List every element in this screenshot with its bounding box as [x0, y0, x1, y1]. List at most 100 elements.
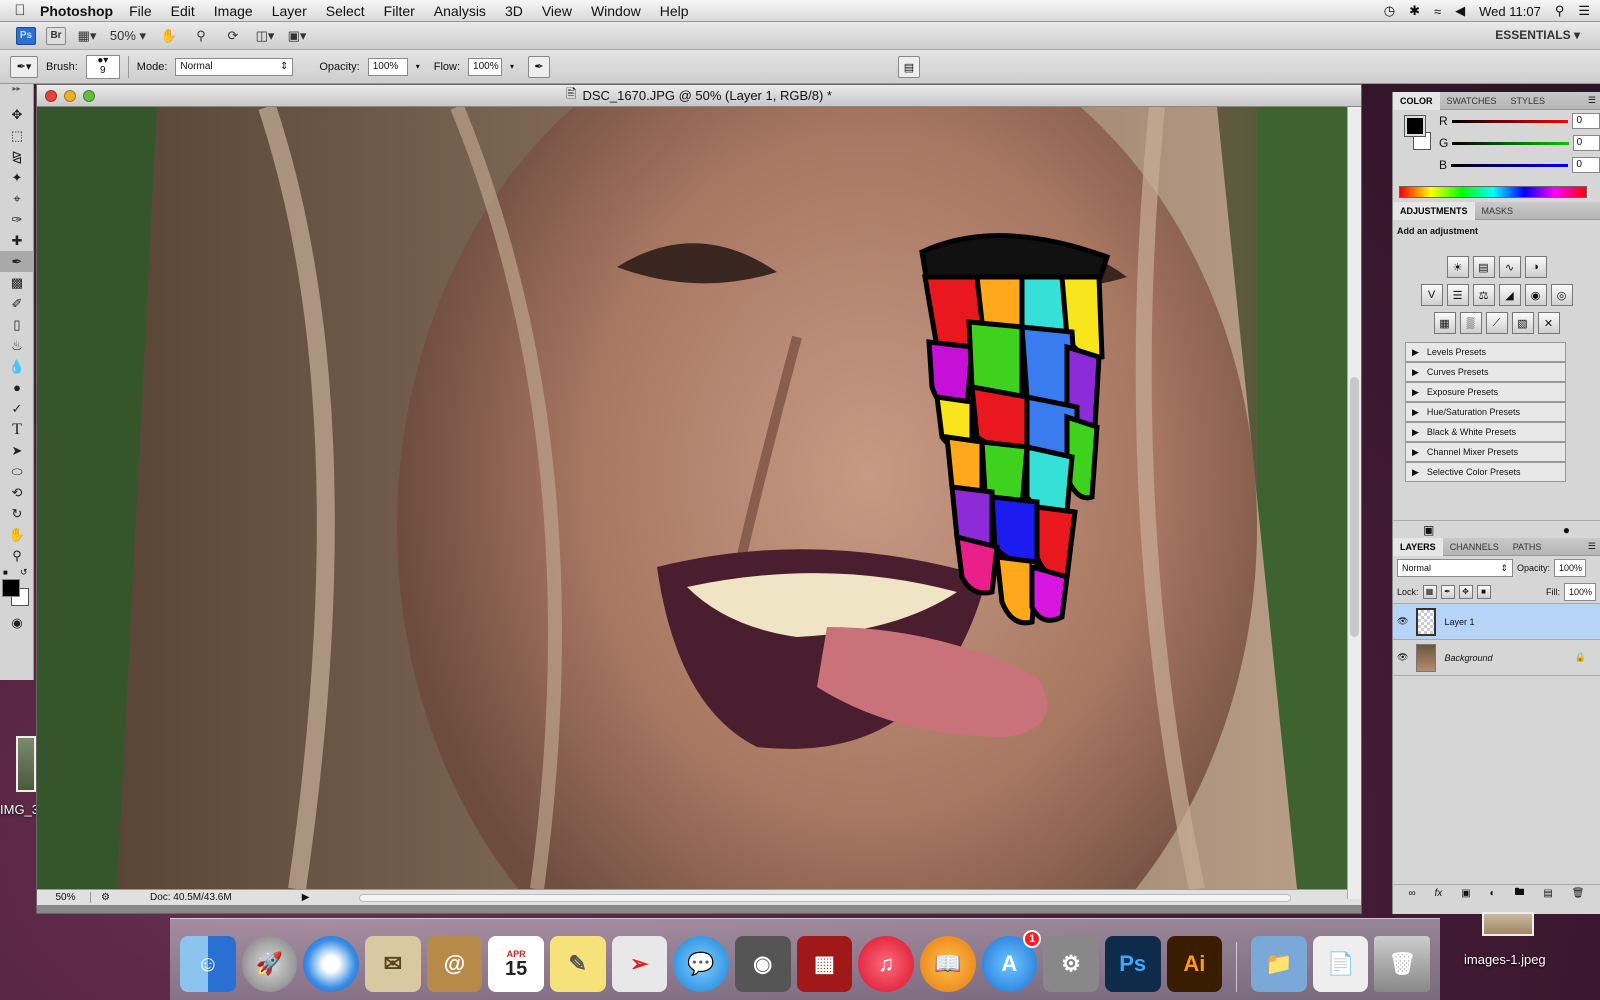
- preset-selective-color[interactable]: ▶ Selective Color Presets: [1405, 462, 1566, 482]
- delete-layer-icon[interactable]: 🗑: [1572, 888, 1585, 899]
- tab-masks[interactable]: MASKS: [1475, 202, 1521, 220]
- preset-channel-mixer[interactable]: ▶ Channel Mixer Presets: [1405, 442, 1566, 462]
- zoom-tool-icon[interactable]: ⚲: [190, 27, 212, 45]
- new-adjustment-layer-icon[interactable]: ◐: [1490, 888, 1496, 899]
- pen-tool-icon[interactable]: ✓: [0, 398, 34, 419]
- photo-filter-icon[interactable]: ◉: [1524, 284, 1547, 306]
- color-balance-icon[interactable]: ⚖: [1472, 284, 1495, 306]
- status-zoom[interactable]: 50%: [41, 892, 91, 903]
- dodge-tool-icon[interactable]: ●: [0, 377, 34, 398]
- 3d-orbit-tool-icon[interactable]: ↻: [0, 503, 34, 524]
- facetime-icon[interactable]: ◉: [734, 936, 791, 992]
- levels-icon[interactable]: ▤: [1472, 256, 1495, 278]
- menu-analysis[interactable]: Analysis: [434, 3, 486, 19]
- vibrance-icon[interactable]: V: [1420, 284, 1443, 306]
- curves-icon[interactable]: ∿: [1498, 256, 1521, 278]
- image-canvas[interactable]: [37, 107, 1361, 889]
- tools-collapse-icon[interactable]: ▸▸: [0, 84, 33, 104]
- brush-tool-icon[interactable]: ✒: [0, 251, 34, 272]
- fill-input[interactable]: 100%: [1564, 582, 1596, 601]
- bluetooth-icon[interactable]: ✱: [1409, 3, 1420, 19]
- safari-icon[interactable]: ✧: [303, 936, 359, 992]
- brush-picker[interactable]: ●▾ 9: [85, 54, 120, 79]
- calendar-icon[interactable]: APR 15: [488, 936, 544, 992]
- spotlight-icon[interactable]: ⚲: [1555, 3, 1565, 19]
- crop-tool-icon[interactable]: ⌖: [0, 188, 34, 209]
- close-icon[interactable]: [45, 90, 57, 102]
- zoom-level-dropdown[interactable]: 50% ▾: [108, 27, 148, 45]
- brush-panel-toggle[interactable]: ▤: [898, 56, 920, 78]
- g-input[interactable]: 0: [1572, 135, 1600, 151]
- 3d-rotate-tool-icon[interactable]: ⟲: [0, 482, 34, 503]
- foreground-color-swatch[interactable]: [2, 579, 20, 597]
- clock[interactable]: Wed 11:07: [1479, 4, 1541, 19]
- hue-saturation-icon[interactable]: ☰: [1446, 284, 1469, 306]
- lasso-tool-icon[interactable]: ⧎: [0, 146, 34, 167]
- mode-select[interactable]: Normal ⇕: [175, 57, 294, 76]
- r-slider[interactable]: [1451, 119, 1569, 123]
- exposure-icon[interactable]: ◑: [1524, 256, 1547, 278]
- move-tool-icon[interactable]: ✥: [0, 104, 34, 125]
- menu-help[interactable]: Help: [660, 3, 689, 19]
- contacts-icon[interactable]: @: [426, 936, 483, 992]
- menu-edit[interactable]: Edit: [171, 3, 195, 19]
- flow-input[interactable]: 100%: [468, 57, 503, 76]
- hand-tool-icon[interactable]: ✋: [158, 27, 180, 45]
- wifi-icon[interactable]: ≈: [1434, 4, 1441, 19]
- vertical-scrollbar[interactable]: [1347, 107, 1361, 899]
- layer-name[interactable]: Background: [1444, 653, 1492, 663]
- menu-file[interactable]: File: [129, 3, 152, 19]
- rotate-view-icon[interactable]: ⟳: [222, 27, 244, 45]
- desktop-image-label[interactable]: images-1.jpeg: [1464, 952, 1546, 967]
- path-selection-tool-icon[interactable]: ➤: [0, 440, 34, 461]
- photoshop-icon[interactable]: Ps: [1104, 936, 1161, 992]
- add-mask-icon[interactable]: ▣: [1461, 888, 1470, 899]
- photo-booth-icon[interactable]: ▦: [796, 936, 853, 992]
- preset-hue-saturation[interactable]: ▶ Hue/Saturation Presets: [1405, 402, 1566, 422]
- blur-tool-icon[interactable]: 💧: [0, 356, 34, 377]
- healing-brush-tool-icon[interactable]: ✚: [0, 230, 34, 251]
- r-input[interactable]: 0: [1572, 113, 1600, 129]
- ibooks-icon[interactable]: 📖: [919, 936, 976, 992]
- visibility-eye-icon[interactable]: 👁: [1397, 616, 1408, 627]
- tab-adjustments[interactable]: ADJUSTMENTS: [1393, 201, 1475, 220]
- tab-channels[interactable]: CHANNELS: [1443, 538, 1506, 556]
- preset-exposure[interactable]: ▶ Exposure Presets: [1405, 382, 1566, 402]
- vertical-scroll-thumb[interactable]: [1350, 377, 1359, 637]
- gradient-map-icon[interactable]: ▧: [1511, 312, 1534, 334]
- system-preferences-icon[interactable]: ⚙: [1043, 936, 1099, 992]
- horizontal-scrollbar[interactable]: [359, 893, 1291, 902]
- launchpad-icon[interactable]: 🚀: [241, 936, 298, 992]
- layer-row-layer-1[interactable]: 👁 Layer 1: [1393, 604, 1600, 640]
- marquee-tool-icon[interactable]: ⬚: [0, 125, 34, 146]
- tool-preset-picker[interactable]: ✒▾: [10, 55, 38, 78]
- layer-row-background[interactable]: 👁 Background 🔒: [1393, 640, 1600, 676]
- posterize-icon[interactable]: ▒: [1459, 312, 1482, 334]
- color-ramp[interactable]: [1399, 186, 1587, 198]
- layers-panel-menu-icon[interactable]: ☰: [1588, 541, 1600, 552]
- lock-transparency-icon[interactable]: ▦: [1422, 584, 1437, 599]
- brightness-contrast-icon[interactable]: ☀: [1446, 256, 1469, 278]
- menu-select[interactable]: Select: [326, 3, 365, 19]
- preset-black-white[interactable]: ▶ Black & White Presets: [1405, 422, 1566, 442]
- color-fg-swatch[interactable]: [1404, 115, 1426, 137]
- desktop-file-thumbnail[interactable]: [16, 736, 36, 792]
- bridge-button[interactable]: Br: [46, 26, 66, 45]
- itunes-icon[interactable]: ♫: [858, 936, 914, 992]
- tab-styles[interactable]: STYLES: [1504, 92, 1553, 110]
- invert-icon[interactable]: ▦: [1433, 312, 1456, 334]
- status-preview-icon[interactable]: ⚙: [101, 892, 110, 903]
- workspace-switcher[interactable]: ESSENTIALS ▾: [1495, 28, 1580, 42]
- panel-menu-icon[interactable]: ☰: [1588, 95, 1600, 106]
- lock-position-icon[interactable]: ✥: [1458, 584, 1473, 599]
- trash-icon[interactable]: 🗑: [1374, 936, 1431, 992]
- default-colors-icon[interactable]: ■: [3, 568, 8, 577]
- shape-tool-icon[interactable]: ⬭: [0, 461, 34, 482]
- zoom-tool-icon[interactable]: ⚲: [0, 545, 34, 566]
- menu-app-name[interactable]: Photoshop: [40, 3, 113, 19]
- tab-swatches[interactable]: SWATCHES: [1440, 92, 1504, 110]
- airbrush-toggle[interactable]: ✒: [528, 55, 551, 78]
- type-tool-icon[interactable]: T: [0, 419, 34, 440]
- ps-icon[interactable]: Ps: [16, 26, 36, 45]
- adjustments-options-icon[interactable]: ●: [1563, 523, 1570, 537]
